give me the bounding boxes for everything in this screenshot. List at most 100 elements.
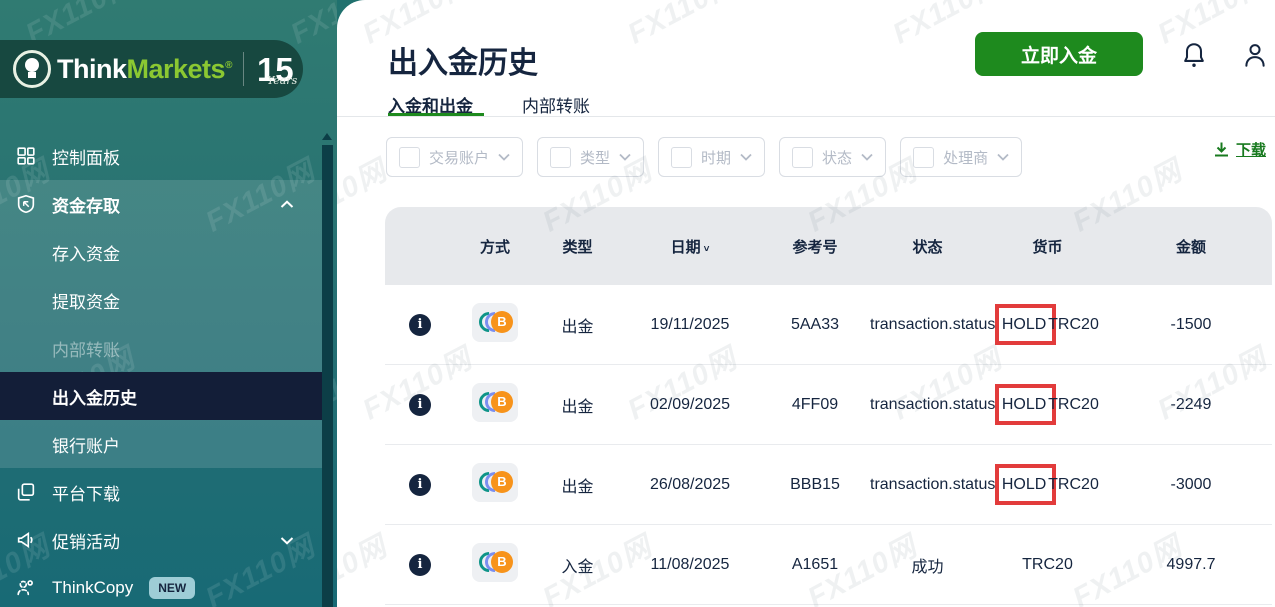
sidebar-item-withdraw-funds[interactable]: 提取资金 [0, 276, 322, 324]
tab-bar: 入金和出金 内部转账 [337, 92, 1275, 118]
brand-15-years-logo: 15Years [257, 53, 294, 86]
sort-chevron-icon: ˅ [704, 244, 710, 255]
sidebar-item-label: 资金存取 [52, 192, 120, 217]
download-link[interactable]: 下载 [1213, 139, 1266, 160]
sidebar-item-label: 促销活动 [52, 528, 120, 553]
chevron-down-icon [280, 530, 294, 550]
bitcoin-icon: B [491, 311, 513, 333]
info-icon[interactable]: i [409, 394, 431, 416]
status-prefix: transaction.status. [870, 316, 1000, 333]
main-panel: FX110网FX110网FX110网FX110网FX110网FX110网FX11… [337, 0, 1275, 607]
cell-status: transaction.status.HOLD [870, 316, 985, 334]
col-amount: 金额 [1110, 236, 1272, 257]
brand-markets: Markets [127, 54, 226, 84]
cell-reference: A1651 [760, 556, 870, 574]
checkbox[interactable] [671, 147, 692, 168]
checkbox[interactable] [913, 147, 934, 168]
sidebar-item-label: 存入资金 [52, 240, 120, 265]
cell-date: 19/11/2025 [620, 316, 760, 334]
notification-bell-icon[interactable] [1181, 41, 1207, 74]
col-reference: 参考号 [760, 236, 870, 257]
cell-reference: 4FF09 [760, 396, 870, 414]
cell-currency: TRC20 [1011, 396, 1136, 414]
col-currency: 货币 [985, 236, 1110, 257]
table-row: i B 出金 19/11/2025 5AA33 transaction.stat… [385, 285, 1272, 365]
sidebar-item-promotions[interactable]: 促销活动 [0, 516, 322, 564]
filter-label: 处理商 [943, 147, 988, 168]
transactions-table: 方式 类型 日期˅ 参考号 状态 货币 金额 i B 出金 19/11/2025… [385, 207, 1272, 605]
cell-reference: BBB15 [760, 476, 870, 494]
cell-reference: 5AA33 [760, 316, 870, 334]
col-type: 类型 [535, 236, 620, 257]
profile-icon[interactable] [1242, 41, 1268, 74]
people-icon [14, 576, 38, 600]
sidebar-item-label: 内部转账 [52, 336, 120, 361]
cell-status: transaction.status.HOLD [870, 476, 985, 494]
sidebar-item-dashboard[interactable]: 控制面板 [0, 132, 322, 180]
cell-date: 02/09/2025 [620, 396, 760, 414]
filter-trading-account[interactable]: 交易账户 [386, 137, 523, 177]
tab-divider-line [337, 116, 1275, 117]
sidebar-item-bank-accounts[interactable]: 银行账户 [0, 420, 322, 468]
brand-name: ThinkMarkets® [57, 54, 232, 85]
sidebar-item-funds[interactable]: 资金存取 [0, 180, 322, 228]
brand-divider [243, 52, 244, 86]
filter-period[interactable]: 时期 [658, 137, 765, 177]
filter-label: 状态 [822, 147, 852, 168]
checkbox[interactable] [792, 147, 813, 168]
checkbox[interactable] [550, 147, 571, 168]
cell-currency: TRC20 [1011, 476, 1136, 494]
table-row: i B 出金 26/08/2025 BBB15 transaction.stat… [385, 445, 1272, 525]
sidebar-item-label: 平台下载 [52, 480, 120, 505]
crypto-method-icon: B [472, 543, 518, 582]
tab-internal-transfer[interactable]: 内部转账 [522, 92, 590, 117]
crypto-method-icon: B [472, 383, 518, 422]
status-prefix: transaction.status. [870, 476, 1000, 493]
sidebar-menu: 控制面板 资金存取 存入资金 提取资金 内部转账 出入金 [0, 132, 337, 607]
sidebar-item-platform-download[interactable]: 平台下载 [0, 468, 322, 516]
sidebar-item-deposit-funds[interactable]: 存入资金 [0, 228, 322, 276]
deposit-now-button[interactable]: 立即入金 [975, 32, 1143, 76]
info-icon[interactable]: i [409, 474, 431, 496]
status-prefix: transaction.status. [870, 396, 1000, 413]
checkbox[interactable] [399, 147, 420, 168]
cell-currency: TRC20 [985, 556, 1110, 574]
info-icon[interactable]: i [409, 554, 431, 576]
chevron-up-icon [280, 194, 294, 214]
platform-download-icon [14, 480, 38, 504]
sidebar-item-label: 出入金历史 [52, 384, 137, 409]
filter-label: 类型 [580, 147, 610, 168]
chevron-down-icon [861, 153, 873, 161]
filter-type[interactable]: 类型 [537, 137, 644, 177]
col-date[interactable]: 日期˅ [620, 236, 760, 257]
sidebar-item-internal-transfer[interactable]: 内部转账 [0, 324, 322, 372]
bitcoin-icon: B [491, 551, 513, 573]
sidebar-group-funds: 资金存取 存入资金 提取资金 内部转账 出入金历史 银行账户 [0, 180, 322, 468]
chevron-down-icon [740, 153, 752, 161]
new-badge: NEW [149, 577, 195, 599]
sidebar-item-label: 提取资金 [52, 288, 120, 313]
sidebar-scrollbar[interactable] [322, 145, 333, 607]
table-row: i B 入金 11/08/2025 A1651 成功 TRC20 4997.7 [385, 525, 1272, 605]
brand-registered-mark: ® [225, 60, 232, 71]
brand-logo: ThinkMarkets® 15Years [0, 40, 303, 98]
filter-processor[interactable]: 处理商 [900, 137, 1022, 177]
watermark-text: FX110网 [619, 0, 743, 52]
col-method: 方式 [455, 236, 535, 257]
cell-type: 出金 [535, 393, 620, 417]
brand-think: Think [57, 54, 127, 84]
sidebar-item-thinkcopy[interactable]: ThinkCopy NEW [0, 564, 322, 607]
sidebar-item-transaction-history[interactable]: 出入金历史 [0, 372, 322, 420]
info-icon[interactable]: i [409, 314, 431, 336]
col-date-label: 日期 [671, 239, 701, 256]
download-icon [1213, 141, 1230, 158]
scrollbar-up-arrow[interactable] [322, 133, 332, 140]
bitcoin-icon: B [491, 391, 513, 413]
chevron-down-icon [498, 153, 510, 161]
chevron-down-icon [997, 153, 1009, 161]
sidebar-item-label: ThinkCopy [52, 578, 133, 598]
download-label: 下载 [1236, 139, 1266, 160]
filter-status[interactable]: 状态 [779, 137, 886, 177]
crypto-method-icon: B [472, 463, 518, 502]
funds-shield-icon [14, 192, 38, 216]
